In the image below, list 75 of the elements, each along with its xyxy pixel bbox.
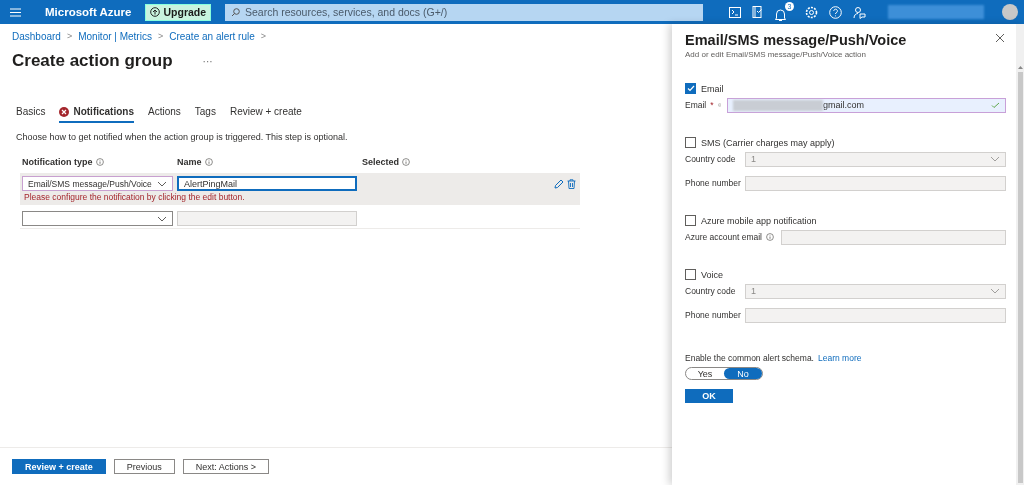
search-icon: [231, 7, 240, 17]
field-label: Country code: [685, 154, 736, 164]
description-text: Choose how to get notified when the action group is triggered. This step is optional.: [16, 132, 349, 142]
notification-type-select[interactable]: Email/SMS message/Push/Voice: [22, 176, 173, 191]
field-label: Email: [685, 100, 707, 110]
column-header: Name: [177, 157, 202, 167]
checkbox-label: SMS (Carrier charges may apply): [701, 137, 835, 148]
info-icon[interactable]: [402, 158, 411, 166]
table-row[interactable]: Email/SMS message/Push/Voice AlertPingMail Please configure the notification by clicking the edit button.: [20, 173, 580, 205]
tab[interactable]: Actions: [148, 103, 181, 123]
info-icon[interactable]: [95, 158, 104, 166]
error-message: Please configure the notification by clicking the edit button.: [23, 192, 246, 202]
upgrade-button[interactable]: Upgrade: [145, 3, 212, 21]
checkbox[interactable]: [685, 215, 696, 226]
primary-button[interactable]: Review + create: [12, 459, 106, 474]
column-header: Selected: [362, 157, 400, 167]
chevron-down-icon: [990, 156, 1000, 162]
toggle-option[interactable]: Yes: [686, 368, 724, 379]
checkbox[interactable]: [685, 83, 696, 94]
field-label: Phone number: [685, 310, 741, 320]
breadcrumb-separator: >: [157, 31, 164, 41]
breadcrumb-link[interactable]: Monitor | Metrics: [78, 30, 152, 42]
tab[interactable]: Basics: [16, 103, 46, 123]
terminal-icon[interactable]: [729, 6, 741, 18]
tab[interactable]: Tags: [194, 103, 216, 123]
input-field[interactable]: gmail.com: [727, 97, 1006, 113]
field-label: Country code: [685, 286, 736, 296]
checkbox-label: Voice: [701, 269, 724, 280]
scroll-up-icon[interactable]: [1017, 66, 1023, 69]
brand-name[interactable]: Microsoft Azure: [45, 5, 132, 19]
delete-icon[interactable]: [567, 178, 576, 189]
edit-icon[interactable]: [554, 178, 564, 189]
column-header: Notification type: [22, 157, 93, 167]
chevron-down-icon: [157, 180, 167, 187]
info-icon[interactable]: [204, 158, 213, 166]
menu-icon[interactable]: [10, 7, 21, 17]
notification-type-select[interactable]: [22, 211, 173, 226]
up-arrow-icon: [150, 7, 161, 17]
schema-label: Enable the common alert schema.: [685, 353, 814, 363]
breadcrumb-separator: >: [66, 31, 73, 41]
checkbox-label: Email: [701, 83, 724, 94]
close-button[interactable]: [994, 32, 1006, 44]
breadcrumb-link[interactable]: Dashboard: [12, 30, 61, 42]
secondary-button[interactable]: Previous: [113, 459, 175, 474]
chevron-down-icon: [157, 215, 167, 222]
tab[interactable]: Review + create: [229, 103, 302, 123]
name-field[interactable]: [177, 211, 357, 226]
search-field[interactable]: Search resources, services, and docs (G+/): [225, 3, 703, 21]
required-mark: *: [710, 100, 714, 110]
checkbox[interactable]: [685, 269, 696, 280]
settings-icon[interactable]: [805, 5, 818, 19]
field-label: Phone number: [685, 178, 741, 188]
field-label: Azure account email: [685, 232, 762, 242]
more-button[interactable]: ···: [202, 55, 213, 67]
name-field[interactable]: AlertPingMail: [177, 176, 357, 191]
help-icon[interactable]: [829, 5, 842, 19]
breadcrumb-separator: >: [260, 31, 267, 41]
page-title: Create action group: [12, 51, 173, 71]
checkbox-label: Azure mobile app notification: [701, 215, 817, 226]
ok-button[interactable]: OK: [685, 389, 733, 403]
table-row[interactable]: [20, 208, 580, 229]
book-icon[interactable]: [752, 6, 763, 18]
chevron-down-icon: [990, 288, 1000, 294]
secondary-button[interactable]: Next: Actions >: [182, 459, 270, 474]
toggle-option[interactable]: No: [724, 368, 762, 379]
scrollbar[interactable]: [1016, 24, 1024, 485]
tab[interactable]: Notifications: [59, 103, 134, 123]
panel-title: Email/SMS message/Push/Voice: [685, 32, 907, 48]
error-icon: [59, 106, 70, 117]
checkbox[interactable]: [685, 137, 696, 148]
feedback-icon[interactable]: [853, 5, 866, 19]
panel-subtitle: Add or edit Email/SMS message/Push/Voice action: [685, 50, 867, 59]
breadcrumb-link[interactable]: Create an alert rule: [169, 30, 255, 42]
avatar[interactable]: [1002, 4, 1018, 20]
learn-more-link[interactable]: Learn more: [818, 353, 862, 363]
